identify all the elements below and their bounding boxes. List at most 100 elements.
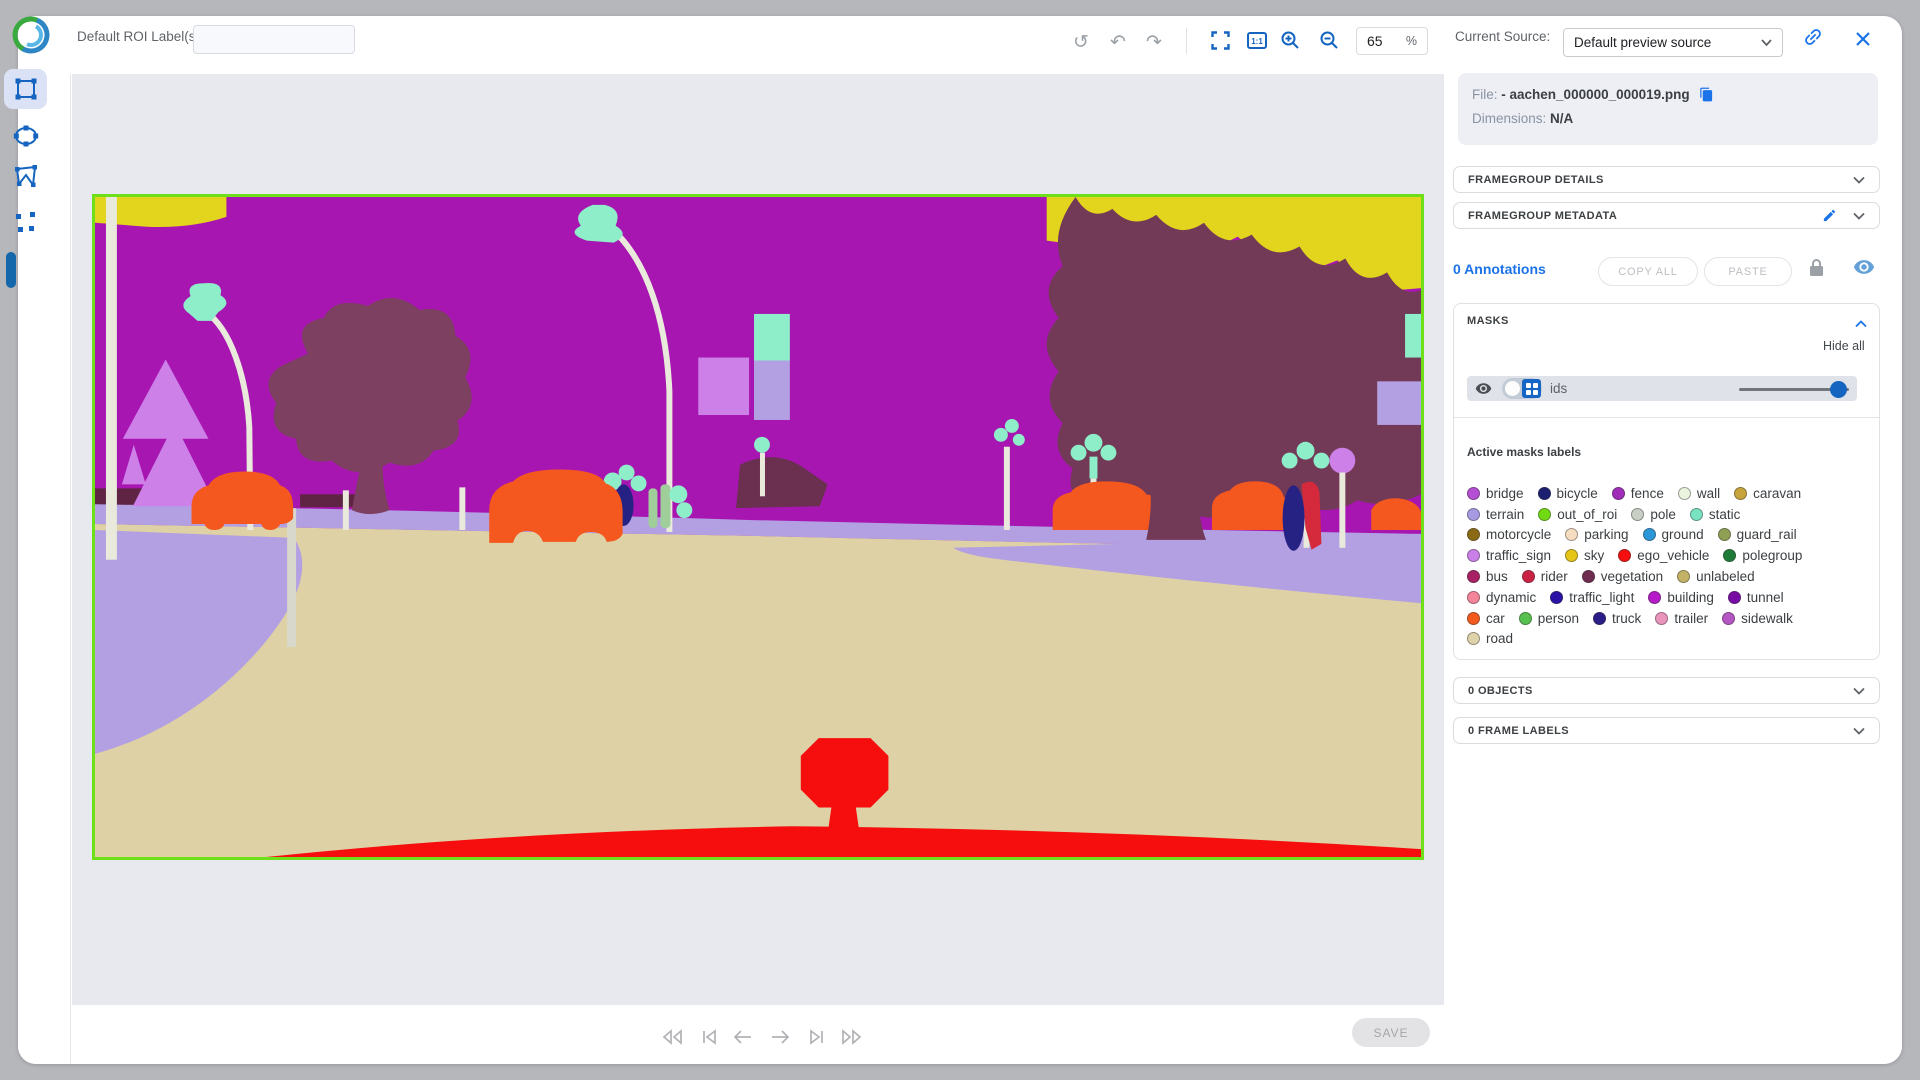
lock-button[interactable]	[1808, 258, 1825, 282]
mask-label-text: static	[1709, 507, 1741, 522]
frame-labels-accordion[interactable]: 0 FRAME LABELS	[1453, 717, 1880, 744]
polygon-tool-button[interactable]	[11, 161, 41, 191]
undo-icon[interactable]: ↶	[1110, 33, 1126, 53]
mask-label-text: fence	[1631, 486, 1664, 501]
svg-text:1:1: 1:1	[1251, 37, 1263, 46]
history-icon[interactable]: ↺	[1073, 33, 1089, 53]
skip-end-button[interactable]	[805, 1025, 829, 1049]
mask-mode-toggle[interactable]	[1502, 378, 1542, 399]
mask-label-pole[interactable]: pole	[1631, 507, 1676, 522]
hide-all-link[interactable]: Hide all	[1823, 339, 1865, 353]
mask-label-text: out_of_roi	[1557, 507, 1617, 522]
mask-label-dynamic[interactable]: dynamic	[1467, 590, 1536, 605]
fast-forward-button[interactable]	[840, 1025, 864, 1049]
roi-input[interactable]	[193, 25, 355, 54]
framegroup-metadata-accordion[interactable]: FRAMEGROUP METADATA	[1453, 202, 1880, 229]
roi-label: Default ROI Label(s):	[77, 29, 204, 44]
framegroup-metadata-title: FRAMEGROUP METADATA	[1468, 210, 1822, 222]
mask-label-motorcycle[interactable]: motorcycle	[1467, 527, 1551, 542]
mask-label-ground[interactable]: ground	[1643, 527, 1704, 542]
mask-label-row: dynamic traffic_light building tunnel	[1467, 587, 1869, 608]
mask-label-tunnel[interactable]: tunnel	[1728, 590, 1784, 605]
mask-label-caravan[interactable]: caravan	[1734, 486, 1801, 501]
masks-collapse-button[interactable]	[1855, 315, 1867, 333]
mask-label-bus[interactable]: bus	[1467, 569, 1508, 584]
link-button[interactable]	[1802, 26, 1824, 53]
ellipse-tool-button[interactable]	[11, 121, 41, 151]
mask-color-dot	[1612, 487, 1625, 500]
mask-label-static[interactable]: static	[1690, 507, 1741, 522]
edit-icon[interactable]	[1822, 208, 1837, 223]
zoom-level-unit: %	[1406, 34, 1417, 48]
mask-label-bicycle[interactable]: bicycle	[1538, 486, 1598, 501]
arrow-right-icon	[768, 1025, 792, 1049]
layer-eye-icon[interactable]	[1475, 382, 1492, 395]
mask-label-wall[interactable]: wall	[1678, 486, 1720, 501]
mask-label-truck[interactable]: truck	[1593, 611, 1641, 626]
mask-label-text: terrain	[1486, 507, 1524, 522]
actual-size-button[interactable]: 1:1	[1247, 31, 1267, 55]
close-button[interactable]	[1855, 31, 1871, 52]
copy-all-button[interactable]: COPY ALL	[1598, 257, 1698, 286]
mask-label-row: bridge bicycle fence wall caravan	[1467, 483, 1869, 504]
fast-rewind-button[interactable]	[660, 1025, 684, 1049]
mask-label-sky[interactable]: sky	[1565, 548, 1604, 563]
annotations-count: 0 Annotations	[1453, 261, 1546, 277]
mask-label-text: person	[1538, 611, 1579, 626]
paste-button[interactable]: PASTE	[1704, 257, 1792, 286]
mask-label-car[interactable]: car	[1467, 611, 1505, 626]
mask-label-terrain[interactable]: terrain	[1467, 507, 1524, 522]
redo-icon[interactable]: ↷	[1146, 33, 1162, 53]
mask-label-sidewalk[interactable]: sidewalk	[1722, 611, 1793, 626]
mask-label-polegroup[interactable]: polegroup	[1723, 548, 1802, 563]
visibility-button[interactable]	[1853, 259, 1875, 280]
mask-label-guard_rail[interactable]: guard_rail	[1718, 527, 1797, 542]
mask-color-dot	[1550, 591, 1563, 604]
prev-frame-button[interactable]	[731, 1025, 755, 1049]
segmentation-image[interactable]	[92, 194, 1424, 860]
mask-label-vegetation[interactable]: vegetation	[1582, 569, 1663, 584]
mask-label-row: traffic_sign sky ego_vehicle polegroup	[1467, 545, 1869, 566]
panel-handle[interactable]	[6, 252, 16, 288]
objects-accordion[interactable]: 0 OBJECTS	[1453, 677, 1880, 704]
mask-label-unlabeled[interactable]: unlabeled	[1677, 569, 1755, 584]
opacity-slider[interactable]	[1739, 381, 1849, 397]
zoom-in-button[interactable]	[1280, 30, 1300, 55]
mask-color-dot	[1467, 612, 1480, 625]
mask-label-ego_vehicle[interactable]: ego_vehicle	[1618, 548, 1709, 563]
mask-label-out_of_roi[interactable]: out_of_roi	[1538, 507, 1617, 522]
mask-label-bridge[interactable]: bridge	[1467, 486, 1524, 501]
skip-start-button[interactable]	[697, 1025, 721, 1049]
mask-label-building[interactable]: building	[1648, 590, 1714, 605]
mask-label-rider[interactable]: rider	[1522, 569, 1568, 584]
mask-label-parking[interactable]: parking	[1565, 527, 1628, 542]
mask-label-traffic_sign[interactable]: traffic_sign	[1467, 548, 1551, 563]
mask-color-dot	[1728, 591, 1741, 604]
zoom-out-icon	[1319, 30, 1339, 50]
copy-icon[interactable]	[1699, 87, 1714, 102]
mask-label-fence[interactable]: fence	[1612, 486, 1664, 501]
mask-color-dot	[1643, 528, 1656, 541]
fast-rewind-icon	[660, 1025, 684, 1049]
mask-color-dot	[1734, 487, 1747, 500]
mask-label-text: building	[1667, 590, 1714, 605]
points-tool-button[interactable]	[11, 207, 41, 237]
rectangle-tool-button[interactable]	[11, 74, 41, 104]
masks-title: MASKS	[1467, 315, 1509, 327]
mask-label-road[interactable]: road	[1467, 631, 1513, 646]
zoom-out-button[interactable]	[1319, 30, 1339, 55]
mask-color-dot	[1565, 549, 1578, 562]
mask-label-person[interactable]: person	[1519, 611, 1579, 626]
mask-label-trailer[interactable]: trailer	[1655, 611, 1708, 626]
current-source-select[interactable]: Default preview source	[1563, 28, 1783, 57]
mask-color-dot	[1618, 549, 1631, 562]
fit-to-screen-button[interactable]	[1211, 31, 1230, 55]
framegroup-details-accordion[interactable]: FRAMEGROUP DETAILS	[1453, 166, 1880, 193]
dimensions-label: Dimensions:	[1472, 111, 1546, 126]
slider-thumb[interactable]	[1830, 381, 1847, 398]
next-frame-button[interactable]	[768, 1025, 792, 1049]
zoom-level-input[interactable]: 65 %	[1356, 27, 1428, 55]
frame-labels-title: 0 FRAME LABELS	[1468, 725, 1853, 737]
save-button[interactable]: SAVE	[1352, 1018, 1430, 1047]
mask-label-traffic_light[interactable]: traffic_light	[1550, 590, 1634, 605]
